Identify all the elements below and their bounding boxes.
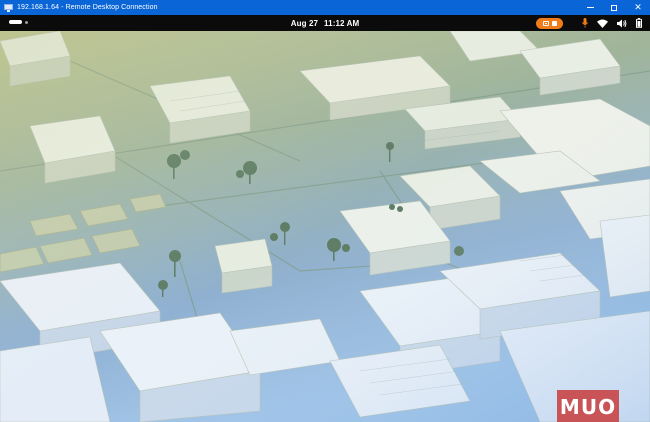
speaker-icon [617,19,627,28]
battery-icon [636,18,642,28]
window-title: 192.168.1.64 - Remote Desktop Connection [17,4,158,11]
minimize-icon [586,7,594,8]
isometric-city-map [0,31,650,422]
screen-record-indicator[interactable] [536,17,563,29]
clock-date: Aug 27 [290,18,319,28]
system-tray[interactable] [536,17,642,29]
microphone-icon [582,18,588,28]
wifi-icon [597,19,608,28]
rdp-title-bar[interactable]: 192.168.1.64 - Remote Desktop Connection… [0,0,650,15]
clock-time: 11:12 AM [324,18,360,28]
remote-desktop-icon [4,3,13,12]
window-controls: ✕ [578,0,650,15]
close-icon: ✕ [634,2,642,12]
close-button[interactable]: ✕ [626,0,650,15]
minimize-button[interactable] [578,0,602,15]
watermark-logo: MUO [557,390,619,422]
maximize-icon [611,4,617,11]
screencast-icon [542,20,549,26]
remote-desktop-window: 192.168.1.64 - Remote Desktop Connection… [0,0,650,422]
stop-icon [551,20,557,26]
gnome-top-bar: Aug 27 11:12 AM [0,15,650,31]
maximize-button[interactable] [602,0,626,15]
desktop-wallpaper: MUO [0,31,650,422]
